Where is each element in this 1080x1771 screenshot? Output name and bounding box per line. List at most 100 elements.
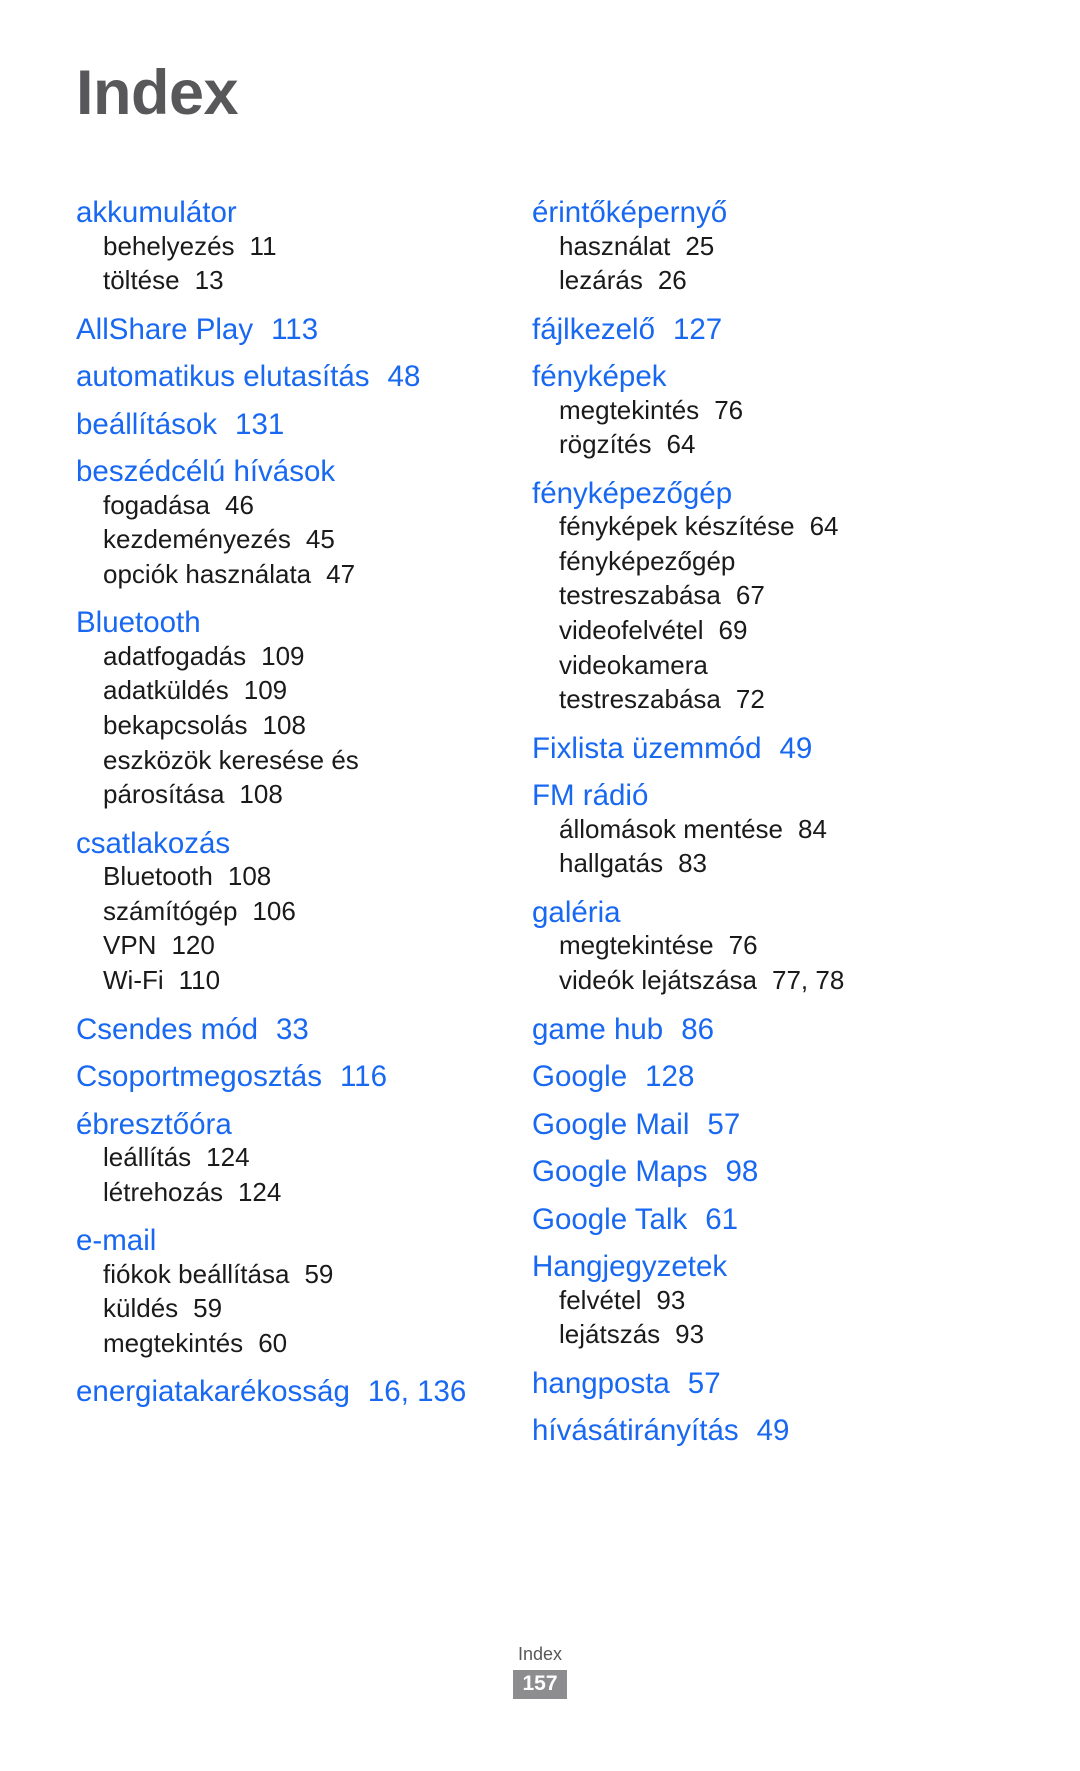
index-heading-entry[interactable]: energiatakarékosság 16, 136 [76,1360,508,1408]
index-heading-page-number: 49 [779,731,813,765]
index-entry-group: AllShare Play 113 [76,298,508,346]
index-sub-entry[interactable]: videokamera [532,648,964,683]
index-heading-label: fényképezőgép [532,476,733,510]
index-heading-entry[interactable]: FM rádió [532,764,964,812]
index-heading-entry[interactable]: ébresztőóra [76,1093,508,1141]
index-heading-label: game hub [532,1012,664,1046]
index-sub-entry[interactable]: megtekintése 76 [532,928,964,963]
index-sub-entry-label: lezárás [559,265,643,296]
index-entry-group: Google Maps 98 [532,1140,964,1188]
index-sub-entry-page-number: 11 [249,230,277,261]
index-sub-entry[interactable]: opciók használata 47 [76,557,508,592]
index-sub-entry-label: állomások mentése [559,813,783,844]
index-sub-entry[interactable]: lejátszás 93 [532,1317,964,1352]
index-sub-entry[interactable]: megtekintés 76 [532,393,964,428]
index-heading-entry[interactable]: beállítások 131 [76,393,508,441]
index-sub-entry[interactable]: Wi-Fi 110 [76,963,508,998]
index-sub-entry[interactable]: Bluetooth 108 [76,859,508,894]
index-heading-entry[interactable]: fényképek [532,345,964,393]
index-sub-entry[interactable]: lezárás 26 [532,263,964,298]
index-sub-entry[interactable]: kezdeményezés 45 [76,522,508,557]
index-heading-entry[interactable]: Google Mail 57 [532,1093,964,1141]
index-sub-entry[interactable]: bekapcsolás 108 [76,708,508,743]
index-sub-entry[interactable]: hallgatás 83 [532,846,964,881]
index-sub-entry[interactable]: felvétel 93 [532,1283,964,1318]
index-heading-label: hangposta [532,1366,670,1400]
index-sub-entry-page-number: 77, 78 [772,965,845,996]
index-heading-entry[interactable]: akkumulátor [76,181,508,229]
index-heading-entry[interactable]: Hangjegyzetek [532,1235,964,1283]
index-sub-entry[interactable]: létrehozás 124 [76,1175,508,1210]
index-heading-entry[interactable]: galéria [532,881,964,929]
index-sub-entry[interactable]: behelyezés 11 [76,229,508,264]
index-entry-group: Csoportmegosztás 116 [76,1045,508,1093]
index-heading-page-number: 116 [339,1060,387,1094]
index-sub-entry[interactable]: használat 25 [532,229,964,264]
index-sub-entry-page-number: 64 [809,511,839,542]
index-heading-label: Google [532,1060,628,1094]
index-entry-group: fájlkezelő 127 [532,298,964,346]
index-sub-entry-page-number: 67 [735,580,765,611]
index-heading-entry[interactable]: game hub 86 [532,998,964,1046]
index-sub-entry[interactable]: állomások mentése 84 [532,812,964,847]
index-sub-entry-label: töltése [103,265,180,296]
index-heading-entry[interactable]: Csendes mód 33 [76,998,508,1046]
index-sub-entry[interactable]: videofelvétel 69 [532,613,964,648]
index-heading-entry[interactable]: hívásátirányítás 49 [532,1399,964,1447]
index-sub-entry[interactable]: fogadása 46 [76,488,508,523]
index-sub-entry-label: küldés [103,1293,179,1324]
index-sub-entry-label: bekapcsolás [103,710,248,741]
index-sub-entry[interactable]: küldés 59 [76,1291,508,1326]
index-sub-entry-label: fényképezőgép [559,545,736,576]
index-heading-entry[interactable]: Google Talk 61 [532,1188,964,1236]
index-sub-entry[interactable]: párosítása 108 [76,777,508,812]
index-sub-entry[interactable]: fiókok beállítása 59 [76,1257,508,1292]
index-heading-entry[interactable]: érintőképernyő [532,181,964,229]
index-sub-entry-label: eszközök keresése és [103,744,359,775]
index-heading-page-number: 16, 136 [367,1375,467,1409]
index-heading-entry[interactable]: beszédcélú hívások [76,440,508,488]
index-sub-entry-page-number: 60 [258,1327,288,1358]
index-sub-entry[interactable]: testreszabása 67 [532,578,964,613]
index-heading-page-number: 61 [705,1202,739,1236]
index-heading-entry[interactable]: Google Maps 98 [532,1140,964,1188]
index-heading-entry[interactable]: AllShare Play 113 [76,298,508,346]
index-entry-group: fényképek megtekintés 76 rögzítés 64 [532,345,964,462]
index-heading-entry[interactable]: automatikus elutasítás 48 [76,345,508,393]
index-heading-entry[interactable]: fájlkezelő 127 [532,298,964,346]
index-heading-page-number: 49 [756,1414,790,1448]
index-sub-entry[interactable]: fényképezőgép [532,544,964,579]
index-sub-entry-page-number: 120 [171,930,215,961]
index-heading-entry[interactable]: Google 128 [532,1045,964,1093]
index-sub-entry[interactable]: adatküldés 109 [76,673,508,708]
index-heading-entry[interactable]: hangposta 57 [532,1352,964,1400]
index-sub-entry[interactable]: adatfogadás 109 [76,639,508,674]
index-sub-entry[interactable]: töltése 13 [76,263,508,298]
index-heading-page-number: 86 [681,1012,715,1046]
index-heading-label: Fixlista üzemmód [532,731,762,765]
index-sub-entry[interactable]: számítógép 106 [76,894,508,929]
index-sub-entry-label: lejátszás [559,1319,661,1350]
index-sub-entry[interactable]: leállítás 124 [76,1140,508,1175]
index-sub-entry[interactable]: eszközök keresése és [76,743,508,778]
index-heading-entry[interactable]: Fixlista üzemmód 49 [532,717,964,765]
index-sub-entry[interactable]: VPN 120 [76,928,508,963]
index-sub-entry[interactable]: videók lejátszása 77, 78 [532,963,964,998]
index-sub-entry-label: videók lejátszása [559,965,757,996]
index-sub-entry-page-number: 84 [798,813,827,844]
index-sub-entry[interactable]: fényképek készítése 64 [532,509,964,544]
index-sub-entry[interactable]: testreszabása 72 [532,682,964,717]
index-heading-entry[interactable]: fényképezőgép [532,462,964,510]
index-sub-entry[interactable]: rögzítés 64 [532,427,964,462]
index-heading-entry[interactable]: e-mail [76,1209,508,1257]
index-sub-entry[interactable]: megtekintés 60 [76,1326,508,1361]
index-heading-entry[interactable]: Csoportmegosztás 116 [76,1045,508,1093]
index-entry-group: Google 128 [532,1045,964,1093]
index-heading-entry[interactable]: csatlakozás [76,812,508,860]
index-sub-entry-label: Wi-Fi [103,965,164,996]
index-heading-entry[interactable]: Bluetooth [76,591,508,639]
index-heading-page-number: 57 [707,1107,741,1141]
index-sub-entry-label: leállítás [103,1142,192,1173]
index-sub-entry-page-number: 69 [718,615,748,646]
index-entry-group: ébresztőóra leállítás 124 létrehozás 124 [76,1093,508,1210]
